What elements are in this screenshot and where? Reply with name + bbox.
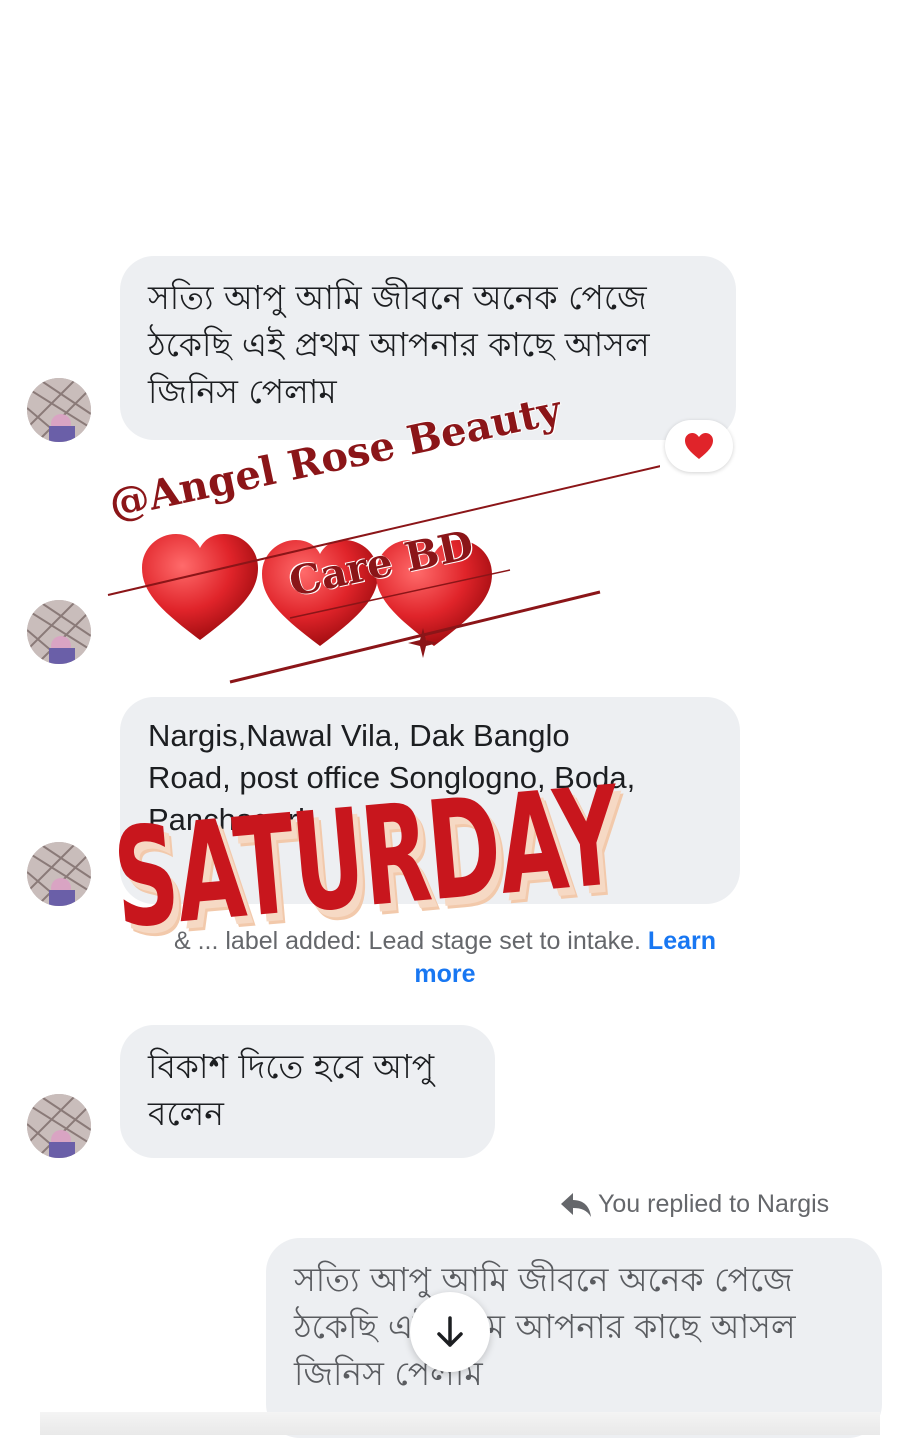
heart-icon [142,534,258,640]
scroll-to-bottom-button[interactable] [410,1292,490,1372]
heart-icon [262,540,378,646]
replied-label-text: You replied to Nargis [598,1190,830,1218]
composer-edge [40,1412,880,1435]
outgoing-message[interactable]: সত্যি আপু আমি জীবনে অনেক পেজে ঠকেছি এই প… [266,1238,882,1438]
avatar[interactable] [27,842,91,906]
reaction-badge[interactable] [665,420,733,472]
replied-label: You replied to Nargis [560,1190,829,1219]
hearts-decoration [142,534,601,684]
avatar[interactable] [27,378,91,442]
incoming-message[interactable]: বিকাশ দিতে হবে আপু বলেন [120,1025,495,1158]
avatar[interactable] [27,600,91,664]
heart-icon [376,540,492,646]
heart-reaction-icon [685,433,713,459]
message-text: সত্যি আপু আমি জীবনে অনেক পেজে ঠকেছি এই প… [294,1260,796,1393]
arrow-down-icon [437,1316,463,1347]
avatar[interactable] [27,1094,91,1158]
incoming-message[interactable]: সত্যি আপু আমি জীবনে অনেক পেজে ঠকেছি এই প… [120,256,736,440]
reply-arrow-icon [561,1192,591,1217]
message-text: সত্যি আপু আমি জীবনে অনেক পেজে ঠকেছি এই প… [148,278,650,411]
message-text: বিকাশ দিতে হবে আপু বলেন [148,1047,435,1133]
